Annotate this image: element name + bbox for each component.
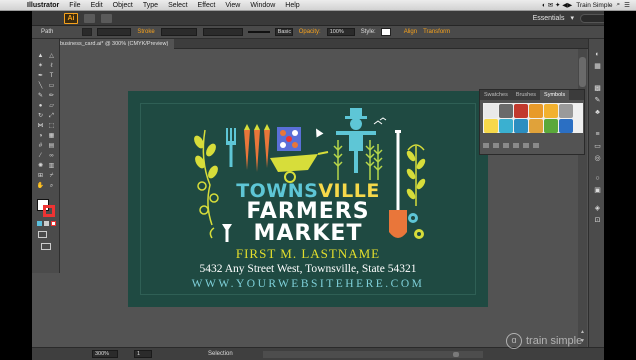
garden-fork-icon: [226, 128, 236, 167]
symbol-libraries-icon[interactable]: [483, 142, 489, 148]
symbol-swatch[interactable]: [559, 119, 573, 133]
symbol-swatch[interactable]: [484, 119, 498, 133]
current-tool-status[interactable]: Selection: [208, 351, 233, 357]
carrots-icon: [244, 124, 270, 172]
card-name: FIRST M. LASTNAME: [235, 246, 381, 261]
symbols-panel-footer: [483, 140, 583, 150]
tab-swatches[interactable]: Swatches: [480, 90, 512, 100]
illustrator-window: Illustrator File Edit Object Type Select…: [0, 0, 636, 360]
symbol-swatch[interactable]: [529, 104, 543, 118]
tab-brushes[interactable]: Brushes: [512, 90, 540, 100]
symbol-swatch[interactable]: [514, 119, 528, 133]
card-website: WWW.YOURWEBSITEHERE.COM: [191, 278, 425, 290]
card-title-market: MARKET: [253, 221, 363, 246]
wheelbarrow-icon: [270, 151, 329, 183]
train-simple-watermark: ɑ train simple: [506, 333, 582, 349]
symbol-swatch[interactable]: [559, 104, 573, 118]
artboard-navigation-field[interactable]: 1: [134, 350, 152, 358]
symbols-panel: Swatches Brushes Symbols: [479, 89, 585, 155]
train-simple-logo-icon: ɑ: [506, 333, 522, 349]
horizontal-scroll-thumb[interactable]: [452, 351, 459, 357]
watermark-text: train simple: [526, 335, 583, 347]
tab-symbols[interactable]: Symbols: [540, 90, 570, 100]
symbol-swatch[interactable]: [499, 104, 513, 118]
symbol-swatch[interactable]: [514, 104, 528, 118]
flower-box-icon: [277, 127, 301, 151]
delete-symbol-icon[interactable]: [533, 142, 539, 148]
place-symbol-icon[interactable]: [493, 142, 499, 148]
zoom-level-field[interactable]: 300%: [92, 350, 118, 358]
horizontal-scrollbar[interactable]: [262, 350, 483, 358]
new-symbol-icon[interactable]: [523, 142, 529, 148]
symbol-options-icon[interactable]: [513, 142, 519, 148]
break-link-icon[interactable]: [503, 142, 509, 148]
symbol-swatch[interactable]: [544, 119, 558, 133]
symbols-grid: [483, 103, 583, 133]
panel-tabs: Swatches Brushes Symbols: [480, 90, 584, 100]
symbol-swatch[interactable]: [544, 104, 558, 118]
card-title-farmers: FARMERS: [246, 199, 370, 224]
symbol-swatch[interactable]: [499, 119, 513, 133]
card-address: 5432 Any Street West, Townsville, State …: [199, 263, 417, 275]
symbol-swatch[interactable]: [484, 104, 498, 118]
symbol-swatch[interactable]: [529, 119, 543, 133]
